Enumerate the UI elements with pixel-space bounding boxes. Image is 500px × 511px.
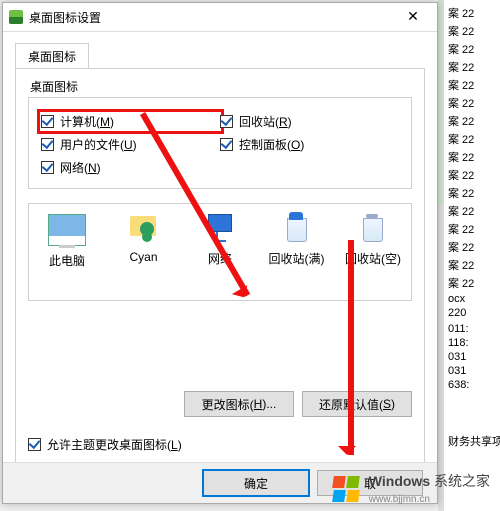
checkbox-recyclebin[interactable]: 回收站(R): [220, 113, 399, 130]
ok-button[interactable]: 确定: [203, 470, 309, 496]
watermark: Windows 系统之家 www.bjjmn.cn: [333, 474, 490, 505]
window-title: 桌面图标设置: [29, 9, 395, 26]
checkbox-label: 网络(N): [60, 159, 101, 176]
change-icon-button[interactable]: 更改图标(H)...: [184, 391, 294, 417]
background-strip: [438, 0, 444, 511]
annotation-arrow: [348, 240, 354, 455]
tabstrip: 桌面图标: [3, 32, 437, 68]
icon-recyclebin-full[interactable]: 回收站(满): [265, 214, 329, 267]
icon-user-folder[interactable]: Cyan: [112, 214, 176, 264]
allow-theme-checkbox[interactable]: 允许主题更改桌面图标(L): [28, 436, 182, 453]
titlebar: 桌面图标设置 ✕: [3, 3, 437, 32]
checkbox-userfiles[interactable]: 用户的文件(U): [41, 136, 220, 153]
checkbox-label: 回收站(R): [239, 113, 292, 130]
checkbox-icon: [220, 138, 233, 151]
icon-label: Cyan: [112, 250, 176, 264]
checkbox-computer[interactable]: 计算机(M): [41, 113, 220, 130]
icon-action-buttons: 更改图标(H)... 还原默认值(S): [184, 391, 412, 417]
checkbox-icon: [220, 115, 233, 128]
checkbox-label: 计算机(M): [60, 113, 114, 130]
restore-defaults-button[interactable]: 还原默认值(S): [302, 391, 412, 417]
checkbox-label: 用户的文件(U): [60, 136, 137, 153]
checkbox-controlpanel[interactable]: 控制面板(O): [220, 136, 399, 153]
watermark-text: Windows 系统之家 www.bjjmn.cn: [369, 474, 490, 505]
recyclebin-empty-icon: [355, 214, 391, 244]
windows-logo-icon: [333, 476, 361, 504]
user-folder-icon: [126, 214, 162, 244]
recyclebin-full-icon: [279, 214, 315, 244]
system-icon: [9, 10, 23, 24]
checkbox-label: 控制面板(O): [239, 136, 304, 153]
background-file-list: 案 22案 22案 22 案 22案 22案 22 案 22案 22案 22 案…: [443, 0, 500, 511]
monitor-icon: [48, 214, 86, 246]
checkbox-icon: [41, 138, 54, 151]
icon-label: 回收站(满): [265, 250, 329, 267]
checkbox-label: 允许主题更改桌面图标(L): [47, 436, 182, 453]
checkbox-icon: [41, 161, 54, 174]
checkbox-icon: [41, 115, 54, 128]
checkbox-group: 计算机(M) 回收站(R) 用户的文件(U) 控制面板(O): [28, 97, 412, 189]
icon-label: 此电脑: [35, 252, 99, 269]
close-button[interactable]: ✕: [395, 6, 431, 28]
group-label: 桌面图标: [30, 79, 412, 95]
icon-network[interactable]: 网络: [188, 214, 252, 267]
checkbox-icon: [28, 438, 41, 451]
tab-desktop-icons[interactable]: 桌面图标: [15, 43, 89, 69]
checkbox-network[interactable]: 网络(N): [41, 159, 220, 176]
tab-content: 桌面图标 计算机(M) 回收站(R) 用户的文件(U): [15, 68, 425, 468]
icon-this-pc[interactable]: 此电脑: [35, 214, 99, 269]
